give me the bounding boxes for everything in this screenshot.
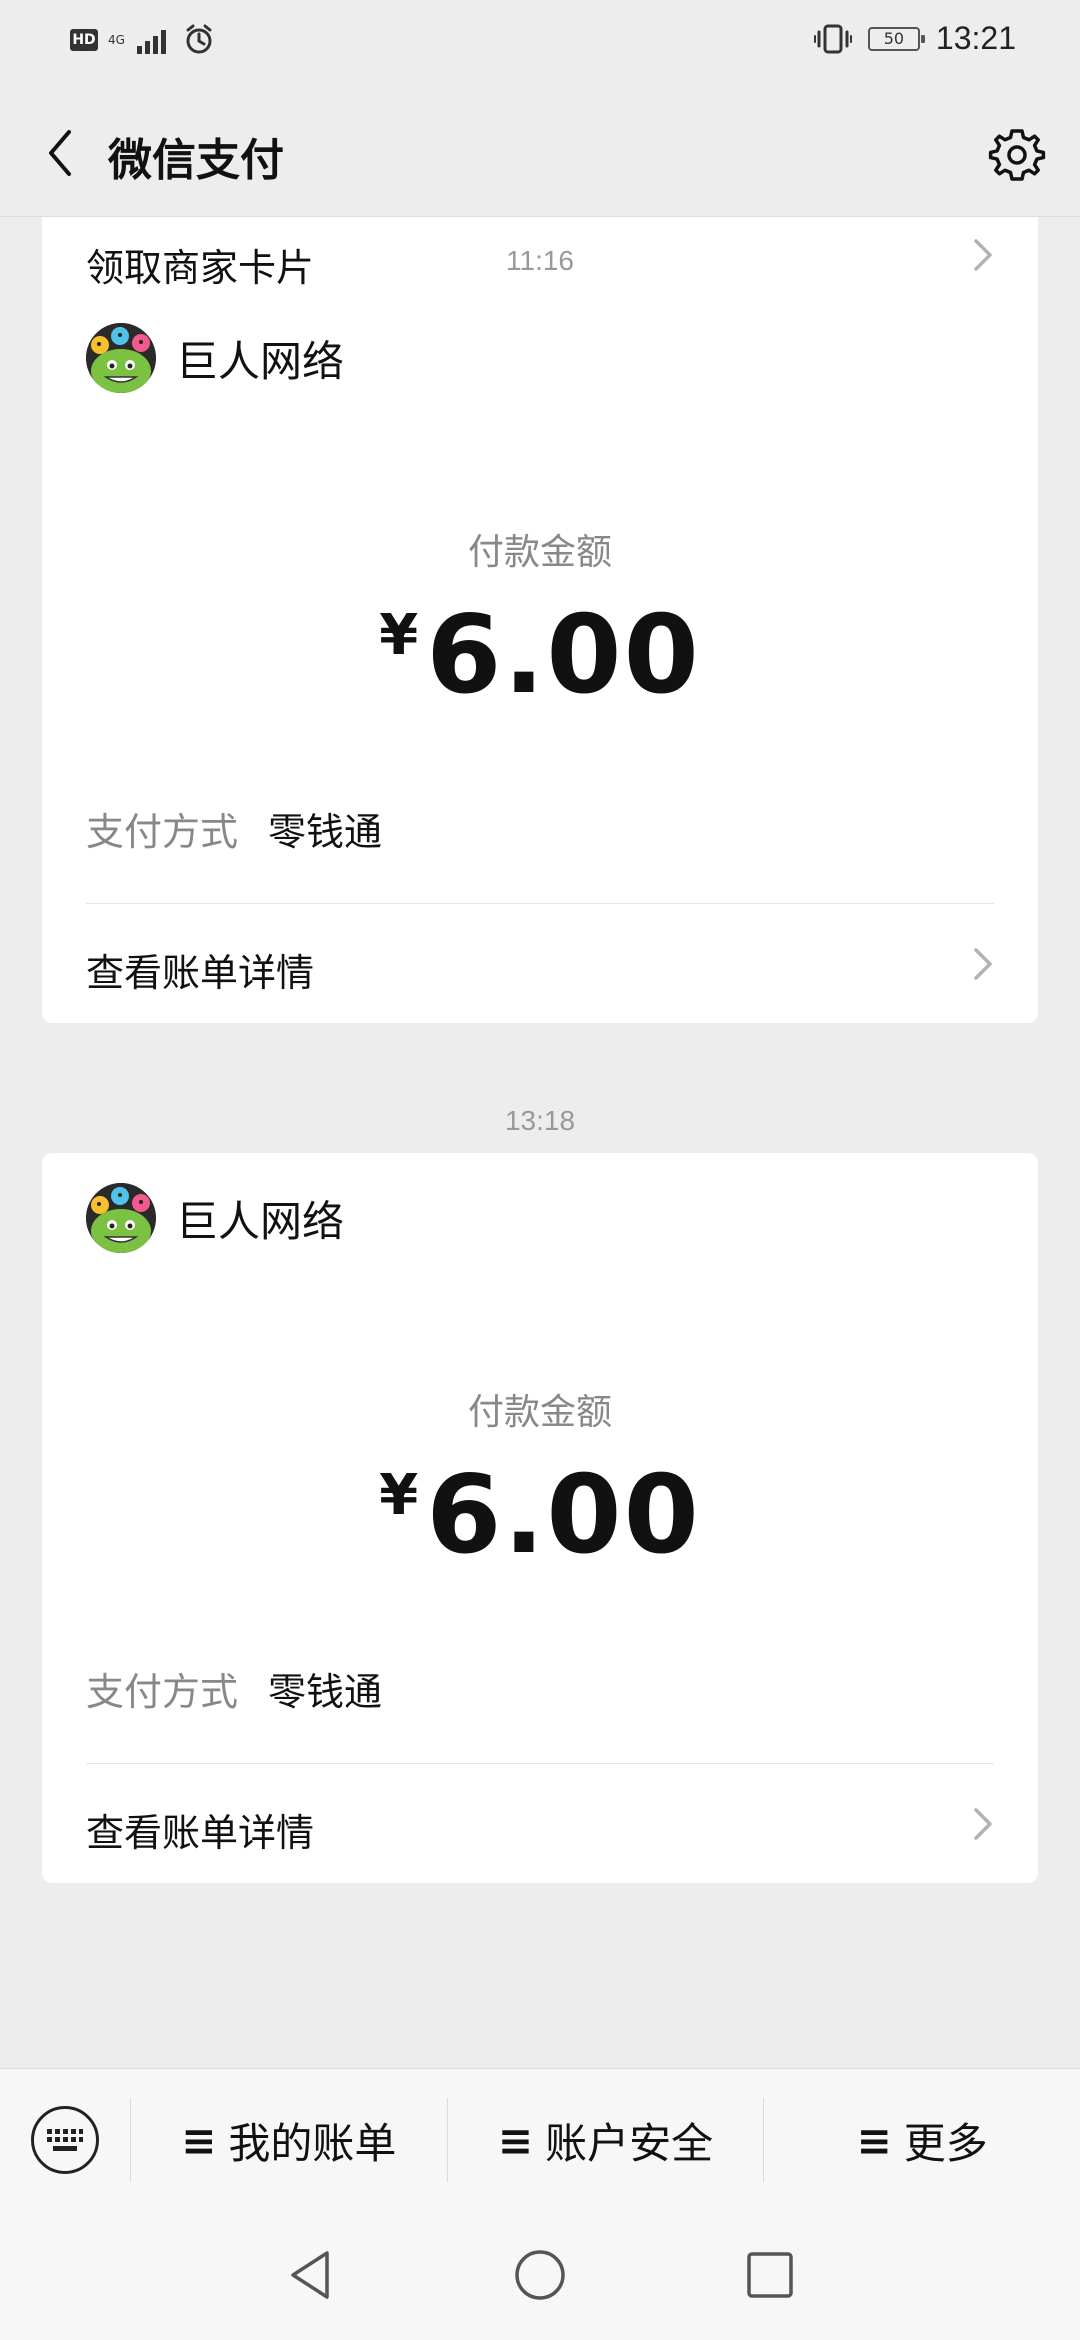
merchant-header: 巨人网络 — [86, 323, 344, 393]
nav-back-button[interactable] — [280, 2245, 340, 2305]
nav-home-button[interactable] — [510, 2245, 570, 2305]
payment-card: 巨人网络 付款金额 ¥6.00 支付方式 零钱通 查看账单详情 — [42, 293, 1038, 1023]
payment-amount: ¥6.00 — [42, 1453, 1038, 1578]
message-feed[interactable]: 领取商家卡片 11:16 巨人网络 付款金额 ¥6.00 支付方式 零钱通 查看… — [0, 217, 1080, 2067]
view-bill-details-label: 查看账单详情 — [86, 951, 315, 995]
menu-item-label: 账户安全 — [545, 2118, 714, 2168]
payment-method-value: 零钱通 — [268, 810, 383, 854]
menu-account-security[interactable]: ≡ 账户安全 — [448, 2069, 764, 2211]
system-navigation-bar — [0, 2210, 1080, 2340]
monster-logo-icon — [86, 1183, 156, 1253]
view-bill-details-label: 查看账单详情 — [86, 1811, 315, 1855]
currency-symbol: ¥ — [379, 1463, 419, 1528]
menu-hamburger-icon: ≡ — [497, 2115, 534, 2165]
merchant-name: 巨人网络 — [176, 336, 345, 386]
menu-item-label: 更多 — [903, 2118, 988, 2168]
network-type: 4G — [108, 34, 125, 46]
vibrate-icon — [813, 24, 852, 53]
home-circle-icon — [515, 2250, 565, 2300]
hd-icon: HD — [70, 29, 98, 51]
chevron-right-icon — [974, 1808, 992, 1840]
bottom-menu: ≡ 我的账单 ≡ 账户安全 ≡ 更多 — [0, 2068, 1080, 2211]
clock: 13:21 — [935, 20, 1016, 56]
signal-icon — [136, 30, 166, 54]
back-chevron-icon — [49, 130, 71, 176]
keyboard-toggle-button[interactable] — [0, 2069, 130, 2211]
amount-label: 付款金额 — [467, 1392, 612, 1433]
status-left-icons: HD 4G — [70, 24, 215, 56]
recents-square-icon — [747, 2252, 793, 2298]
network-label: 4G — [108, 33, 125, 47]
payment-method-value: 零钱通 — [268, 1670, 383, 1714]
nav-recents-button[interactable] — [740, 2245, 800, 2305]
view-bill-details-link[interactable]: 查看账单详情 — [42, 904, 1038, 1023]
view-bill-details-link[interactable]: 查看账单详情 — [42, 1764, 1038, 1883]
gear-icon — [988, 129, 1046, 181]
payment-method-row: 支付方式 零钱通 — [86, 1661, 382, 1716]
menu-more[interactable]: ≡ 更多 — [764, 2069, 1080, 2211]
menu-hamburger-icon: ≡ — [856, 2115, 892, 2165]
status-bar: HD 4G 50 13:21 — [0, 0, 1080, 88]
chevron-right-icon — [974, 948, 992, 980]
merchant-name: 巨人网络 — [176, 1196, 345, 1246]
merchant-header: 巨人网络 — [86, 1183, 344, 1253]
message-timestamp: 11:16 — [506, 245, 574, 276]
back-button[interactable] — [30, 118, 90, 188]
currency-symbol: ¥ — [379, 603, 419, 668]
keyboard-icon — [31, 2106, 99, 2174]
status-right-icons: 50 13:21 — [813, 20, 1016, 57]
payment-method-row: 支付方式 零钱通 — [86, 801, 382, 856]
settings-button[interactable] — [984, 122, 1050, 188]
amount-value: 6.00 — [426, 593, 701, 718]
alarm-icon — [186, 24, 212, 54]
page-title: 微信支付 — [108, 135, 284, 186]
merchant-avatar — [86, 1183, 156, 1253]
menu-item-label: 我的账单 — [228, 2118, 397, 2168]
merchant-avatar — [86, 323, 156, 393]
message-timestamp: 13:18 — [504, 1105, 576, 1136]
payment-amount: ¥6.00 — [42, 593, 1038, 718]
amount-value: 6.00 — [426, 1453, 701, 1578]
back-triangle-icon — [291, 2251, 329, 2299]
payment-method-label: 支付方式 — [86, 1670, 239, 1714]
monster-logo-icon — [86, 323, 156, 393]
payment-card: 巨人网络 付款金额 ¥6.00 支付方式 零钱通 查看账单详情 — [42, 1153, 1038, 1883]
amount-label: 付款金额 — [467, 532, 612, 573]
menu-hamburger-icon: ≡ — [181, 2115, 217, 2165]
battery-level: 50 — [883, 29, 905, 48]
app-header: 微信支付 — [0, 88, 1080, 217]
payment-method-label: 支付方式 — [86, 810, 239, 854]
battery-icon: 50 — [867, 26, 925, 51]
menu-my-bills[interactable]: ≡ 我的账单 — [131, 2069, 447, 2211]
